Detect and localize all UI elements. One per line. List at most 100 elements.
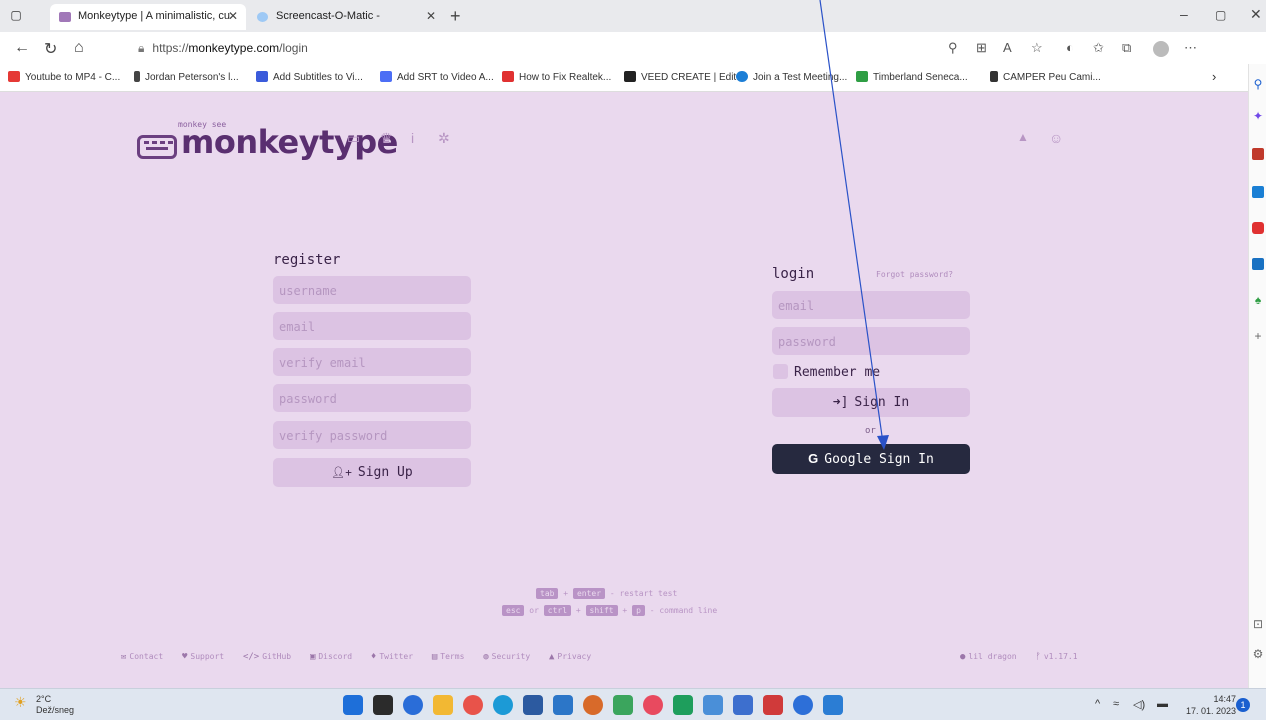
bookmark-item[interactable]: Add SRT to Video A... xyxy=(380,71,494,83)
sign-up-button[interactable]: 👤︎+ Sign Up xyxy=(273,458,471,487)
chat-icon[interactable] xyxy=(403,695,423,715)
back-icon[interactable]: ← xyxy=(14,39,30,57)
bookmark-item[interactable]: Youtube to MP4 - C... xyxy=(8,71,120,83)
read-aloud-icon[interactable]: A xyxy=(1003,40,1012,55)
app-icon[interactable] xyxy=(673,695,693,715)
maximize-icon[interactable]: ▢ xyxy=(1215,8,1226,22)
more-menu-icon[interactable]: ⋯ xyxy=(1184,40,1197,56)
verify-password-field[interactable]: verify password xyxy=(273,421,471,449)
chrome-icon[interactable] xyxy=(463,695,483,715)
remember-me-checkbox[interactable] xyxy=(773,364,788,379)
games-icon[interactable]: ♠ xyxy=(1252,294,1264,306)
extensions-icon[interactable]: ◐ xyxy=(1066,40,1074,55)
search-icon[interactable]: ⚲ xyxy=(948,40,958,56)
close-tab-icon[interactable]: ✕ xyxy=(426,9,436,23)
footer-twitter-link[interactable]: ♦ Twitter xyxy=(371,652,413,662)
close-window-icon[interactable]: ✕ xyxy=(1250,6,1262,23)
footer-support-link[interactable]: ♥ Support xyxy=(182,652,224,662)
app-icon[interactable] xyxy=(823,695,843,715)
favorites-icon[interactable]: ✩ xyxy=(1093,40,1104,56)
version-button[interactable]: ᚠ v1.17.1 xyxy=(1035,652,1077,662)
footer-contact-link[interactable]: ✉ Contact xyxy=(121,652,163,662)
file-explorer-icon[interactable] xyxy=(433,695,453,715)
profile-avatar[interactable] xyxy=(1153,41,1169,57)
bookmark-item[interactable]: How to Fix Realtek... xyxy=(502,71,611,83)
keyboard-icon[interactable]: ▭ xyxy=(347,130,360,147)
apps-icon[interactable]: ⊞ xyxy=(976,40,987,56)
forgot-password-link[interactable]: Forgot password? xyxy=(876,270,953,279)
google-sign-in-button[interactable]: G Google Sign In xyxy=(772,444,970,474)
collections-icon[interactable]: ⧉ xyxy=(1122,40,1131,56)
store-icon[interactable] xyxy=(523,695,543,715)
minimize-icon[interactable]: – xyxy=(1180,6,1188,22)
discover-icon[interactable]: ✦ xyxy=(1252,110,1264,122)
new-tab-button[interactable]: + xyxy=(450,6,461,27)
account-user-icon[interactable]: ☺ xyxy=(1049,130,1063,146)
leaderboard-crown-icon[interactable]: ♛ xyxy=(380,130,393,147)
theme-button[interactable]: ● lil dragon xyxy=(960,652,1017,662)
bookmark-item[interactable]: CAMPER Peu Cami... xyxy=(990,71,1101,83)
settings-gear-icon[interactable]: ✲ xyxy=(438,130,450,147)
app-icon[interactable] xyxy=(733,695,753,715)
notification-bell-icon[interactable]: ▲ xyxy=(1017,130,1029,144)
username-field[interactable]: username xyxy=(273,276,471,304)
outlook-icon[interactable] xyxy=(553,695,573,715)
tab-monkeytype[interactable]: Monkeytype | A minimalistic, cu ✕ xyxy=(50,4,246,30)
add-icon[interactable]: + xyxy=(1252,330,1264,342)
task-view-icon[interactable] xyxy=(373,695,393,715)
wifi-icon[interactable]: ≈ xyxy=(1113,698,1119,710)
home-icon[interactable]: ⌂ xyxy=(74,39,84,57)
info-icon[interactable]: i xyxy=(411,130,414,146)
bookmark-item[interactable]: Add Subtitles to Vi... xyxy=(256,71,363,83)
footer-security-link[interactable]: ◍ Security xyxy=(483,652,530,662)
bookmark-item[interactable]: VEED CREATE | Edit xyxy=(624,71,736,83)
search-icon[interactable]: ⚲ xyxy=(1252,78,1264,90)
footer-terms-link[interactable]: ▤ Terms xyxy=(432,652,465,662)
app-icon[interactable] xyxy=(643,695,663,715)
favorite-star-icon[interactable]: ☆ xyxy=(1031,40,1043,56)
app-icon[interactable] xyxy=(763,695,783,715)
sidebar-toggle-icon[interactable]: ⊡ xyxy=(1252,618,1264,630)
clock[interactable]: 14:47 17. 01. 2023 xyxy=(1186,693,1236,717)
outlook-icon[interactable] xyxy=(1252,258,1264,270)
close-tab-icon[interactable]: ✕ xyxy=(228,9,238,23)
settings-icon[interactable]: ⚙ xyxy=(1252,648,1264,660)
start-icon[interactable] xyxy=(343,695,363,715)
edge-icon[interactable] xyxy=(493,695,513,715)
login-password-field[interactable]: password xyxy=(772,327,970,355)
sign-in-button[interactable]: ➜] Sign In xyxy=(772,388,970,417)
volume-icon[interactable]: ◁) xyxy=(1133,698,1145,711)
battery-icon[interactable]: ▬ xyxy=(1157,698,1168,710)
email-field[interactable]: email xyxy=(273,312,471,340)
windows-taskbar: ☀ 2°C Dež/sneg ^ ≈ ◁) ▬ 14:47 17. 01. 202… xyxy=(0,688,1266,720)
footer-link-label: Support xyxy=(190,652,225,661)
footer-github-link[interactable]: </> GitHub xyxy=(243,652,291,662)
app-icon[interactable] xyxy=(583,695,603,715)
more-bookmarks-icon[interactable]: › xyxy=(1212,69,1216,84)
verify-email-field[interactable]: verify email xyxy=(273,348,471,376)
app-icon[interactable] xyxy=(793,695,813,715)
sign-up-label: Sign Up xyxy=(357,465,413,480)
office-icon[interactable] xyxy=(1252,222,1264,234)
bookmark-item[interactable]: Jordan Peterson's l... xyxy=(134,71,239,83)
footer-discord-link[interactable]: ▣ Discord xyxy=(310,652,352,662)
tools-icon[interactable] xyxy=(1252,186,1264,198)
password-field[interactable]: password xyxy=(273,384,471,412)
tray-overflow-icon[interactable]: ^ xyxy=(1095,698,1100,710)
tab-title: Monkeytype | A minimalistic, cu xyxy=(78,10,231,22)
footer-privacy-link[interactable]: ▲ Privacy xyxy=(549,652,591,662)
url-prefix: https:// xyxy=(152,41,189,55)
footer-meta: ● lil dragon ᚠ v1.17.1 xyxy=(960,652,1092,662)
bookmark-item[interactable]: Timberland Seneca... xyxy=(856,71,968,83)
refresh-icon[interactable]: ↻ xyxy=(44,39,57,59)
tab-screencast[interactable]: Screencast-O-Matic - ✕ xyxy=(248,4,444,30)
bookmark-item[interactable]: Join a Test Meeting... xyxy=(736,71,847,83)
tab-actions-icon[interactable]: ▢ xyxy=(8,8,24,22)
shopping-icon[interactable] xyxy=(1252,148,1264,160)
url-field[interactable]: 🔒︎ https://monkeytype.com/login xyxy=(138,41,308,56)
app-icon[interactable] xyxy=(613,695,633,715)
login-email-field[interactable]: email xyxy=(772,291,970,319)
footer-link-label: Privacy xyxy=(557,652,592,661)
app-icon[interactable] xyxy=(703,695,723,715)
notification-badge[interactable]: 1 xyxy=(1236,698,1250,712)
